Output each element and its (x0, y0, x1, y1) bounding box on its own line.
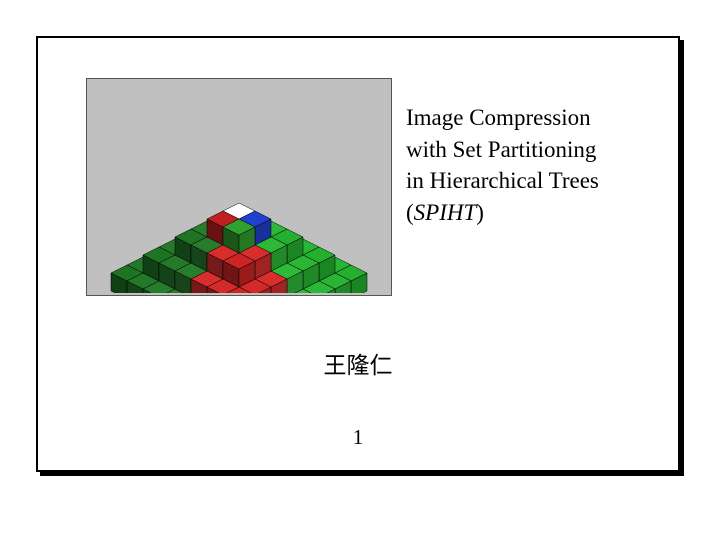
cube-pyramid-svg (86, 83, 392, 293)
title-acronym: SPIHT (414, 200, 477, 225)
pyramid-figure (86, 78, 392, 296)
title-line-4-close: ) (476, 200, 484, 225)
title-line-3: in Hierarchical Trees (406, 168, 599, 193)
slide-title: Image Compression with Set Partitioning … (406, 102, 666, 229)
page-number: 1 (38, 425, 678, 450)
title-line-1: Image Compression (406, 105, 591, 130)
title-line-4-open: ( (406, 200, 414, 225)
title-line-2: with Set Partitioning (406, 137, 596, 162)
slide-frame: Image Compression with Set Partitioning … (36, 36, 680, 472)
author-name: 王隆仁 (38, 346, 678, 380)
